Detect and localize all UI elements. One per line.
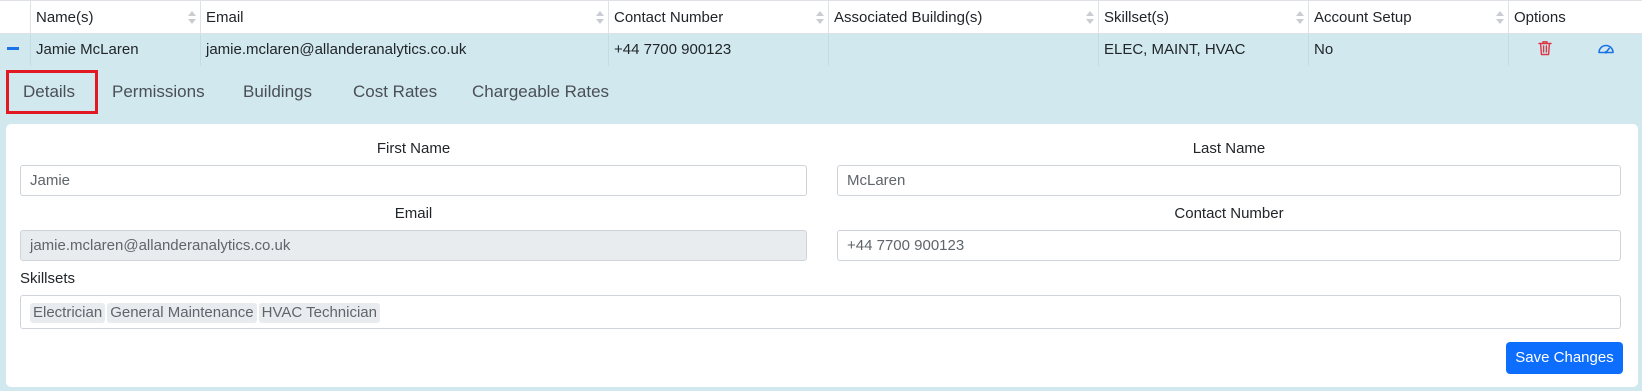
sort-icon[interactable] <box>188 10 196 26</box>
tab-chargeable-rates[interactable]: Chargeable Rates <box>472 70 609 114</box>
column-header-buildings[interactable]: Associated Building(s) <box>828 1 1098 35</box>
sort-icon[interactable] <box>1496 10 1504 26</box>
tab-buildings[interactable]: Buildings <box>243 70 312 114</box>
minus-icon[interactable] <box>7 47 19 50</box>
cell-email: jamie.mclaren@allanderanalytics.co.uk <box>200 34 608 66</box>
email-label: Email <box>394 205 433 222</box>
sort-icon[interactable] <box>1086 10 1094 26</box>
skillsets-input[interactable]: Electrician General Maintenance HVAC Techn… <box>20 295 1621 329</box>
first-name-field[interactable]: Jamie <box>20 165 807 196</box>
skill-chip[interactable]: HVAC Technician <box>258 303 380 323</box>
cell-options <box>1508 34 1642 66</box>
cell-buildings <box>828 34 1098 66</box>
column-header-label: Skillset(s) <box>1104 9 1170 26</box>
sort-icon[interactable] <box>596 10 604 26</box>
last-name-field[interactable]: McLaren <box>837 165 1621 196</box>
sort-icon[interactable] <box>1296 10 1304 26</box>
column-header-contact[interactable]: Contact Number <box>608 1 828 35</box>
gauge-icon[interactable] <box>1597 40 1615 56</box>
last-name-label: Last Name <box>1192 140 1266 157</box>
column-header-email[interactable]: Email <box>200 1 608 35</box>
column-header-label: Contact Number <box>614 9 724 26</box>
column-header-label: Email <box>206 9 244 26</box>
contact-number-label: Contact Number <box>1174 205 1284 222</box>
column-header-skillsets[interactable]: Skillset(s) <box>1098 1 1308 35</box>
skillsets-label: Skillsets <box>20 270 76 287</box>
cell-name: Jamie McLaren <box>30 34 200 66</box>
cell-skillsets: ELEC, MAINT, HVAC <box>1098 34 1308 66</box>
save-changes-button[interactable]: Save Changes <box>1506 342 1623 374</box>
column-header-label: Account Setup <box>1314 9 1412 26</box>
tab-permissions[interactable]: Permissions <box>112 70 205 114</box>
cell-contact: +44 7700 900123 <box>608 34 828 66</box>
tab-cost-rates[interactable]: Cost Rates <box>353 70 437 114</box>
skill-chip[interactable]: Electrician <box>30 303 106 323</box>
column-header-label: Associated Building(s) <box>834 9 983 26</box>
email-field: jamie.mclaren@allanderanalytics.co.uk <box>20 230 807 261</box>
first-name-label: First Name <box>376 140 451 157</box>
column-header-account-setup[interactable]: Account Setup <box>1308 1 1508 35</box>
table-header: Name(s) Email Contact Number Associated … <box>0 0 1642 35</box>
column-header-label: Options <box>1514 9 1566 26</box>
tab-details[interactable]: Details <box>23 70 75 114</box>
contact-number-field[interactable]: +44 7700 900123 <box>837 230 1621 261</box>
cell-account-setup: No <box>1308 34 1508 66</box>
trash-icon[interactable] <box>1538 40 1552 56</box>
sort-icon[interactable] <box>816 10 824 26</box>
column-header-options: Options <box>1508 1 1642 35</box>
skill-chip[interactable]: General Maintenance <box>107 303 257 323</box>
column-header-label: Name(s) <box>36 9 94 26</box>
column-header-names[interactable]: Name(s) <box>30 1 200 35</box>
